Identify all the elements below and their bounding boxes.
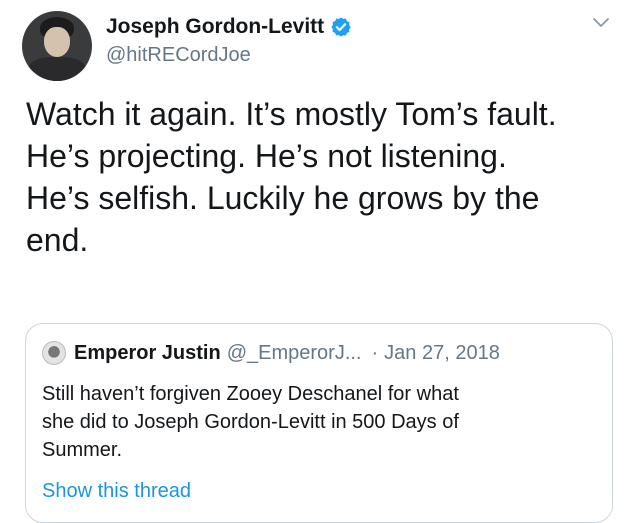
quoted-tweet-header: Emperor Justin @_EmperorJ... · Jan 27, 2… — [42, 340, 500, 366]
show-thread-link[interactable]: Show this thread — [42, 480, 191, 503]
tweet-text-line: Watch it again. It’s mostly Tom’s fault. — [26, 96, 557, 132]
quoted-author-handle: @_EmperorJ... — [226, 341, 362, 364]
verified-badge-icon — [330, 16, 352, 38]
tweet-text-line: He’s selfish. Luckily he grows by the — [26, 180, 540, 216]
quoted-text-line: she did to Joseph Gordon-Levitt in 500 D… — [42, 411, 459, 433]
author-handle[interactable]: @hitRECordJoe — [106, 44, 251, 67]
quoted-author-name: Emperor Justin — [74, 341, 221, 364]
quoted-tweet[interactable]: Emperor Justin @_EmperorJ... · Jan 27, 2… — [25, 323, 613, 523]
tweet-text-line: end. — [26, 222, 89, 258]
tweet-text: Watch it again. It’s mostly Tom’s fault.… — [26, 93, 626, 261]
quoted-text-line: Still haven’t forgiven Zooey Deschanel f… — [42, 383, 459, 405]
quoted-author-avatar — [42, 341, 66, 365]
author-display-name[interactable]: Joseph Gordon-Levitt — [106, 15, 324, 39]
tweet-card: Joseph Gordon-Levitt @hitRECordJoe Watch… — [0, 0, 640, 523]
author-name-row: Joseph Gordon-Levitt — [106, 12, 352, 42]
chevron-down-icon[interactable] — [590, 12, 612, 34]
quoted-tweet-text: Still haven’t forgiven Zooey Deschanel f… — [42, 380, 598, 464]
quoted-text-line: Summer. — [42, 439, 123, 461]
tweet-text-line: He’s projecting. He’s not listening. — [26, 138, 507, 174]
author-avatar[interactable] — [22, 11, 92, 81]
quoted-tweet-date: Jan 27, 2018 — [384, 341, 500, 364]
separator-dot: · — [371, 341, 379, 364]
